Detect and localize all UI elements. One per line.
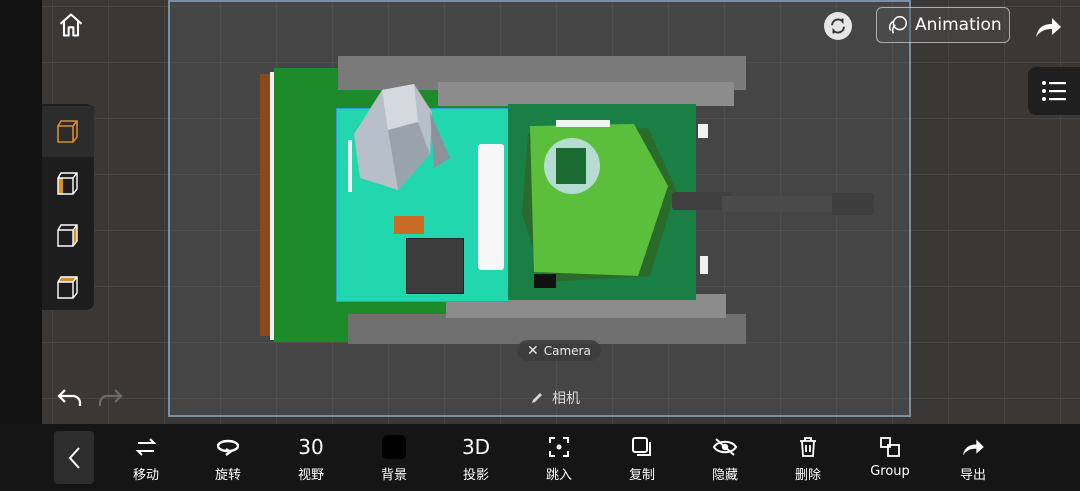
background-button[interactable]: 背景	[362, 432, 426, 487]
cube-right-icon	[57, 223, 78, 247]
left-edge-strip	[0, 0, 42, 424]
cube-top-icon	[57, 275, 78, 299]
outline-list-button[interactable]	[1028, 67, 1080, 115]
export-arrow-icon	[963, 439, 984, 456]
delete-button[interactable]: 删除	[776, 432, 840, 487]
background-color-swatch	[382, 435, 406, 459]
animation-label: Animation	[915, 15, 1002, 35]
chevron-left-icon	[68, 446, 80, 469]
jump-in-label: 跳入	[545, 468, 572, 483]
export-button[interactable]: 导出	[941, 432, 1005, 487]
redo-button[interactable]	[96, 386, 124, 410]
focus-frame-icon	[549, 437, 569, 457]
share-button[interactable]	[1030, 10, 1066, 44]
bottom-toolbar: 移动 旋转 30 视野 背景 3D 投影 跳入 复制 隐藏 删除 Group 导…	[0, 424, 1080, 491]
list-icon	[1042, 81, 1066, 101]
refresh-icon	[831, 18, 845, 34]
rotate-label: 旋转	[214, 468, 241, 483]
undo-icon	[57, 389, 82, 406]
close-icon[interactable]: ✕	[527, 343, 539, 359]
export-label: 导出	[959, 468, 986, 483]
move-arrows-icon	[135, 438, 157, 456]
rock	[354, 84, 450, 190]
fov-label: 视野	[297, 468, 324, 483]
floor-white-panel	[478, 144, 504, 270]
back-button[interactable]	[54, 431, 94, 484]
tank-model[interactable]	[260, 52, 880, 352]
view-cube-panel	[42, 104, 94, 310]
eye-off-icon	[712, 438, 738, 456]
projection-button[interactable]: 3D 投影	[444, 432, 508, 487]
copy-icon	[632, 437, 651, 456]
track-top-inner	[438, 82, 734, 106]
projection-label: 投影	[462, 468, 489, 483]
home-icon	[59, 13, 83, 37]
animation-button[interactable]: Animation	[876, 7, 1010, 43]
copy-button[interactable]: 复制	[610, 432, 674, 487]
pencil-icon	[532, 393, 542, 403]
redo-icon	[98, 389, 123, 406]
move-button[interactable]: 移动	[114, 432, 178, 487]
fov-button[interactable]: 30 视野	[279, 432, 343, 487]
animation-icon	[888, 16, 907, 34]
camera-name-label[interactable]: 相机	[530, 388, 580, 408]
dark-box	[406, 238, 464, 294]
camera-tag-label: Camera	[543, 343, 591, 358]
gun-barrel	[672, 192, 874, 215]
view-top-button[interactable]	[42, 262, 94, 313]
rotate-icon	[216, 439, 240, 456]
cube-front-icon	[57, 119, 78, 143]
refresh-button[interactable]	[824, 12, 852, 40]
hide-button[interactable]: 隐藏	[693, 432, 757, 487]
camera-object-tag[interactable]: ✕ Camera	[517, 340, 601, 361]
view-right-button[interactable]	[42, 210, 94, 261]
view-perspective-button[interactable]	[42, 106, 94, 157]
undo-button[interactable]	[56, 386, 84, 410]
group-button[interactable]: Group	[858, 432, 922, 487]
jump-in-button[interactable]: 跳入	[527, 432, 591, 487]
view-left-button[interactable]	[42, 158, 94, 209]
orange-box	[394, 216, 424, 234]
home-button[interactable]	[54, 8, 88, 42]
background-label: 背景	[380, 468, 407, 483]
share-arrow-icon	[1036, 18, 1061, 37]
hide-label: 隐藏	[711, 468, 738, 483]
app-root: Animation ✕ Camera 相机 移动 旋转 30 视野 背景 3D …	[0, 0, 1080, 491]
delete-label: 删除	[794, 468, 821, 483]
group-label: Group	[870, 464, 910, 479]
group-icon	[880, 437, 900, 457]
trash-icon	[800, 437, 816, 457]
move-label: 移动	[132, 468, 159, 483]
rotate-button[interactable]: 旋转	[196, 432, 260, 487]
camera-name-text: 相机	[552, 391, 580, 407]
copy-label: 复制	[628, 468, 655, 483]
cube-left-icon	[57, 171, 78, 195]
projection-value: 3D	[461, 435, 491, 459]
fov-value: 30	[298, 435, 324, 459]
